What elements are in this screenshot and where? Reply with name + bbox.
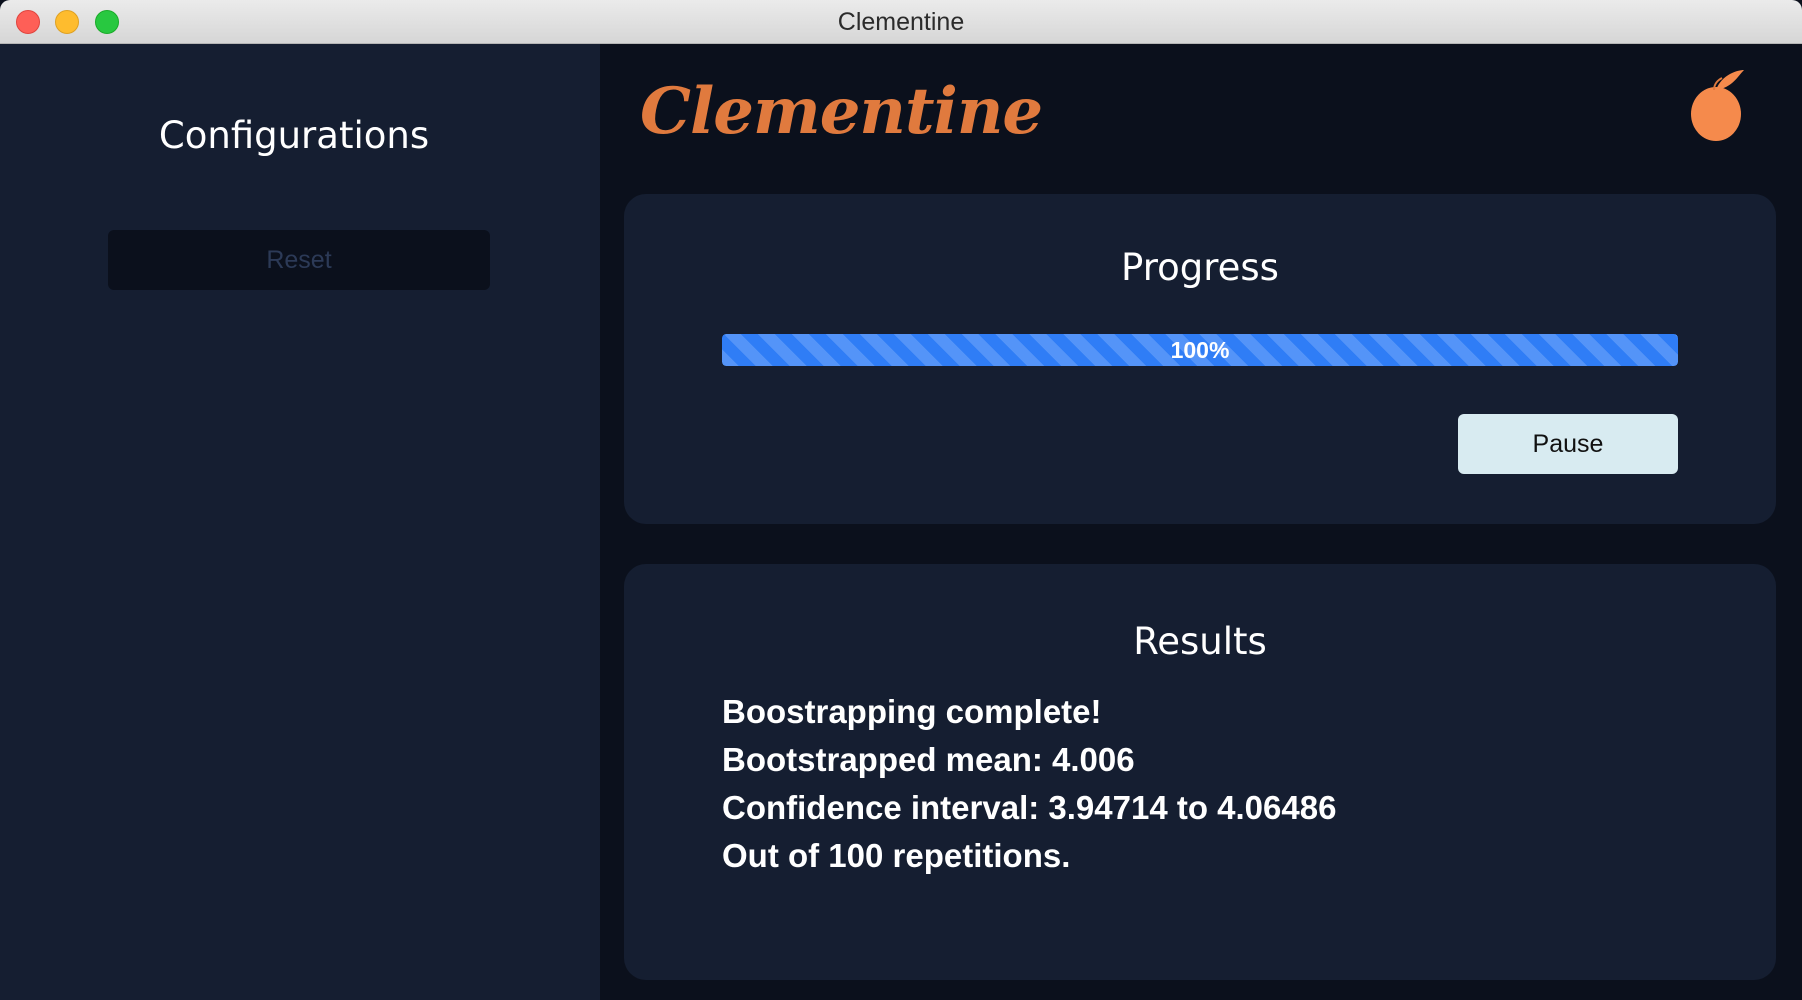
sidebar: Configurations Reset — [0, 44, 600, 1000]
pause-button[interactable]: Pause — [1458, 414, 1678, 474]
result-line: Boostrapping complete! — [722, 693, 1102, 730]
progress-label: 100% — [1170, 337, 1230, 363]
brand-title: Clementine — [640, 74, 1043, 149]
results-card: Results Boostrapping complete! Bootstrap… — [624, 564, 1776, 980]
title-bar[interactable]: Clementine — [0, 0, 1802, 44]
progress-card: Progress 100% Pause — [624, 194, 1776, 524]
main-content: Clementine Progress 100% Pause Results B… — [600, 44, 1802, 1000]
result-line: Confidence interval: 3.94714 to 4.06486 — [722, 789, 1337, 826]
orange-fruit-icon — [1691, 70, 1744, 141]
results-title: Results — [1133, 620, 1267, 663]
result-line: Out of 100 repetitions. — [722, 837, 1071, 874]
sidebar-heading: Configurations — [158, 114, 430, 157]
window-title: Clementine — [837, 8, 965, 36]
result-line: Bootstrapped mean: 4.006 — [722, 741, 1135, 778]
results-text: Boostrapping complete! Bootstrapped mean… — [722, 688, 1336, 880]
reset-button[interactable]: Reset — [108, 230, 490, 290]
progress-title: Progress — [1121, 246, 1279, 289]
progress-bar: 100% — [722, 334, 1678, 366]
app-window: Clementine Configurations Reset Clementi… — [0, 0, 1802, 1000]
